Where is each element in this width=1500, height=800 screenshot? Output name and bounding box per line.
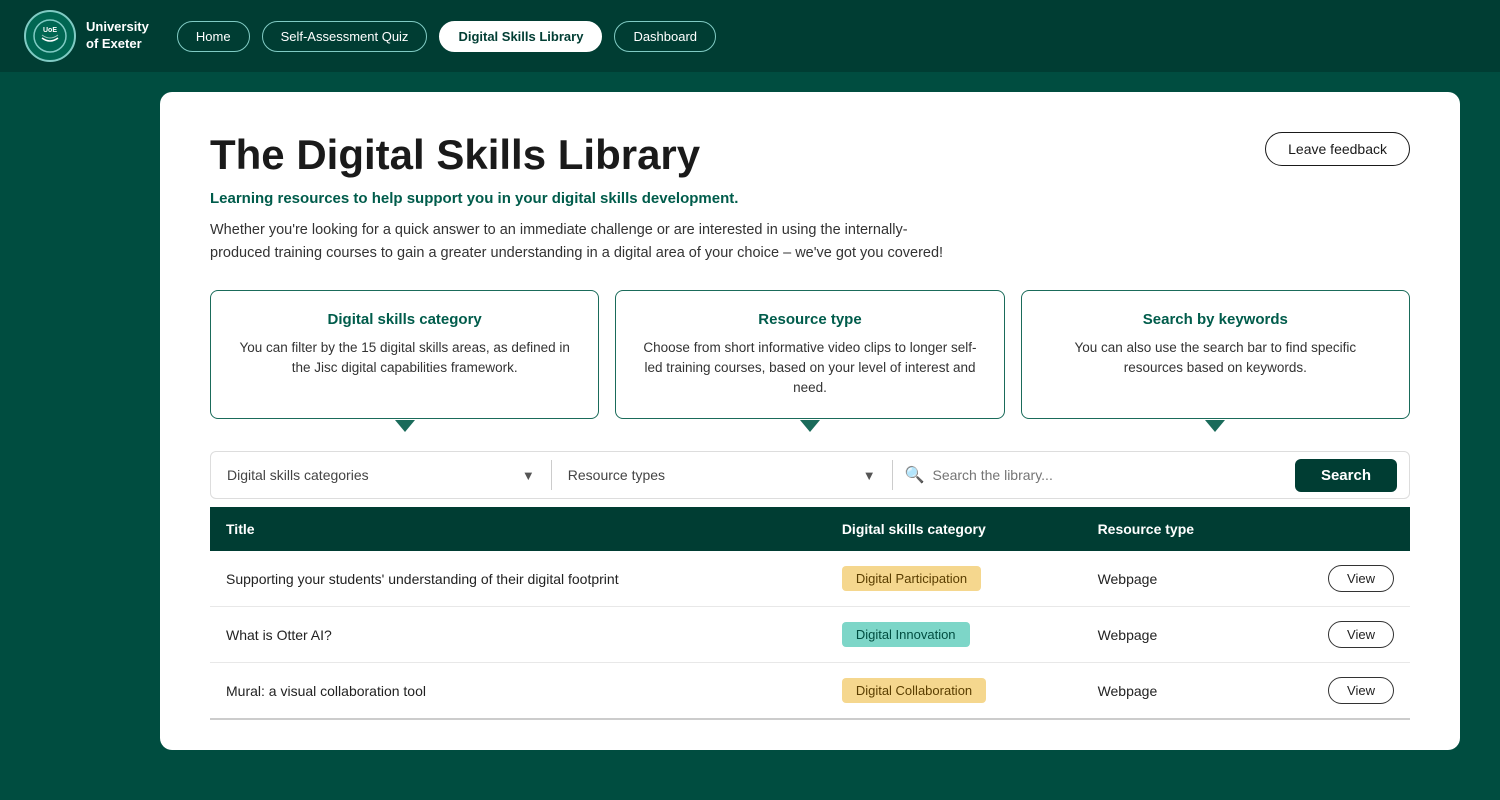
info-box-keywords-text: You can also use the search bar to find … xyxy=(1044,338,1387,379)
row-3-resource-type: Webpage xyxy=(1082,663,1268,720)
table-row: What is Otter AI? Digital Innovation Web… xyxy=(210,607,1410,663)
col-title: Title xyxy=(210,507,826,551)
university-logo: UoE xyxy=(24,10,76,62)
info-box-category-title: Digital skills category xyxy=(233,311,576,328)
university-name: University of Exeter xyxy=(86,19,149,53)
row-2-category-tag: Digital Innovation xyxy=(842,622,970,647)
filter-row: Digital skills categories ▼ Resource typ… xyxy=(210,451,1410,499)
table-row: Mural: a visual collaboration tool Digit… xyxy=(210,663,1410,720)
search-segment: 🔍 Search xyxy=(893,452,1409,498)
info-box-resource-title: Resource type xyxy=(638,311,981,328)
row-2-action[interactable]: View xyxy=(1268,607,1410,663)
search-input[interactable] xyxy=(932,467,1286,483)
page-title: The Digital Skills Library xyxy=(210,132,1410,178)
resource-filter-segment[interactable]: Resource types ▼ xyxy=(552,452,892,498)
info-box-resource-text: Choose from short informative video clip… xyxy=(638,338,981,399)
info-box-keywords: Search by keywords You can also use the … xyxy=(1021,290,1410,420)
leave-feedback-button[interactable]: Leave feedback xyxy=(1265,132,1410,166)
resource-filter-label: Resource types xyxy=(568,467,863,483)
resource-chevron-icon: ▼ xyxy=(863,468,876,483)
nav-library-button[interactable]: Digital Skills Library xyxy=(439,21,602,52)
col-action xyxy=(1268,507,1410,551)
row-3-view-button[interactable]: View xyxy=(1328,677,1394,704)
row-1-title: Supporting your students' understanding … xyxy=(210,551,826,607)
row-3-category-tag: Digital Collaboration xyxy=(842,678,986,703)
col-category: Digital skills category xyxy=(826,507,1082,551)
category-chevron-icon: ▼ xyxy=(522,468,535,483)
category-filter-segment[interactable]: Digital skills categories ▼ xyxy=(211,452,551,498)
row-3-title: Mural: a visual collaboration tool xyxy=(210,663,826,720)
table-header-row: Title Digital skills category Resource t… xyxy=(210,507,1410,551)
navbar: UoE University of Exeter Home Self-Asses… xyxy=(0,0,1500,72)
row-2-resource-type: Webpage xyxy=(1082,607,1268,663)
row-1-resource-type: Webpage xyxy=(1082,551,1268,607)
nav-dashboard-button[interactable]: Dashboard xyxy=(614,21,716,52)
arrow-2 xyxy=(615,419,1004,431)
logo-area: UoE University of Exeter xyxy=(24,10,149,62)
row-2-view-button[interactable]: View xyxy=(1328,621,1394,648)
row-2-category: Digital Innovation xyxy=(826,607,1082,663)
info-box-resource: Resource type Choose from short informat… xyxy=(615,290,1004,420)
row-1-category: Digital Participation xyxy=(826,551,1082,607)
row-2-title: What is Otter AI? xyxy=(210,607,826,663)
row-1-action[interactable]: View xyxy=(1268,551,1410,607)
search-button[interactable]: Search xyxy=(1295,459,1397,492)
results-table: Title Digital skills category Resource t… xyxy=(210,507,1410,720)
arrow-3 xyxy=(1021,419,1410,431)
col-resource-type: Resource type xyxy=(1082,507,1268,551)
nav-home-button[interactable]: Home xyxy=(177,21,250,52)
info-box-category: Digital skills category You can filter b… xyxy=(210,290,599,420)
main-card: The Digital Skills Library Learning reso… xyxy=(160,92,1460,750)
info-box-category-text: You can filter by the 15 digital skills … xyxy=(233,338,576,379)
table-row: Supporting your students' understanding … xyxy=(210,551,1410,607)
nav-quiz-button[interactable]: Self-Assessment Quiz xyxy=(262,21,428,52)
description: Whether you're looking for a quick answe… xyxy=(210,219,960,265)
subtitle: Learning resources to help support you i… xyxy=(210,190,1410,207)
row-3-category: Digital Collaboration xyxy=(826,663,1082,720)
arrow-row xyxy=(210,419,1410,431)
search-icon: 🔍 xyxy=(905,465,925,485)
info-box-keywords-title: Search by keywords xyxy=(1044,311,1387,328)
arrow-1 xyxy=(210,419,599,431)
svg-text:UoE: UoE xyxy=(43,27,57,34)
row-1-category-tag: Digital Participation xyxy=(842,566,981,591)
category-filter-label: Digital skills categories xyxy=(227,467,522,483)
row-3-action[interactable]: View xyxy=(1268,663,1410,720)
info-boxes: Digital skills category You can filter b… xyxy=(210,290,1410,420)
row-1-view-button[interactable]: View xyxy=(1328,565,1394,592)
